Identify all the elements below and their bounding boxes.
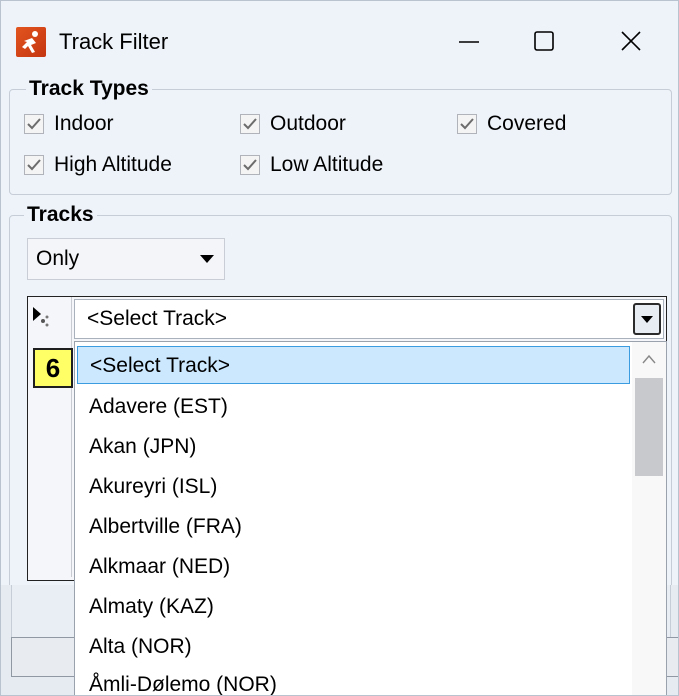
dropdown-option[interactable]: Akan (JPN) (77, 428, 630, 466)
checkbox-high-altitude[interactable]: High Altitude (24, 153, 172, 177)
tracks-mode-select[interactable]: Only (27, 238, 225, 280)
minimize-button[interactable] (439, 21, 499, 61)
checkmark-icon (243, 159, 257, 171)
tracks-mode-value: Only (36, 247, 80, 270)
window-title: Track Filter (59, 29, 169, 54)
checkbox-outdoor[interactable]: Outdoor (240, 112, 346, 136)
checkbox-box[interactable] (24, 155, 44, 175)
dropdown-option[interactable]: Alta (NOR) (77, 628, 630, 666)
track-select-combo[interactable]: <Select Track> (74, 299, 664, 339)
dropdown-scrollbar[interactable] (632, 342, 666, 695)
dropdown-option[interactable]: Albertville (FRA) (77, 508, 630, 546)
checkbox-indoor[interactable]: Indoor (24, 112, 114, 136)
checkbox-box[interactable] (240, 114, 260, 134)
scrollbar-thumb[interactable] (635, 378, 663, 476)
dropdown-option[interactable]: Adavere (EST) (77, 388, 630, 426)
checkbox-covered[interactable]: Covered (457, 112, 566, 136)
checkbox-low-altitude[interactable]: Low Altitude (240, 153, 383, 177)
chevron-down-icon (641, 316, 653, 323)
maximize-button[interactable] (514, 21, 574, 61)
tracks-legend: Tracks (24, 203, 97, 227)
checkbox-label: Low Altitude (270, 153, 384, 176)
track-select-dropdown-button[interactable] (633, 303, 661, 335)
checkmark-icon (27, 159, 41, 171)
dropdown-option[interactable]: Akureyri (ISL) (77, 468, 630, 506)
dropdown-option[interactable]: Åmli-Dølemo (NOR) (77, 666, 630, 695)
dropdown-option[interactable]: Almaty (KAZ) (77, 588, 630, 626)
step-number-badge: 6 (33, 348, 73, 388)
row-header-column (28, 297, 72, 577)
chevron-down-icon (200, 255, 214, 263)
dropdown-option[interactable]: <Select Track> (77, 346, 630, 384)
checkmark-icon (27, 118, 41, 130)
checkbox-label: Indoor (54, 112, 114, 135)
minimize-icon (459, 41, 479, 43)
title-bar[interactable]: Track Filter (1, 1, 678, 69)
skater-icon (16, 27, 46, 57)
footer-button-right[interactable] (665, 637, 678, 677)
close-button[interactable] (601, 21, 661, 61)
close-icon (621, 31, 641, 51)
checkbox-box[interactable] (240, 155, 260, 175)
track-filter-window: Track Filter Track Types Indoor Outdoor … (0, 0, 679, 696)
checkbox-label: Covered (487, 112, 567, 135)
checkbox-label: Outdoor (270, 112, 346, 135)
row-indicator-icon (33, 307, 49, 327)
track-select-value: <Select Track> (87, 307, 228, 330)
checkmark-icon (243, 118, 257, 130)
track-types-legend: Track Types (26, 77, 152, 101)
checkmark-icon (460, 118, 474, 130)
track-types-group: Track Types Indoor Outdoor Covered High … (9, 77, 672, 195)
chevron-up-icon[interactable] (642, 354, 656, 364)
checkbox-box[interactable] (24, 114, 44, 134)
maximize-icon (534, 31, 554, 51)
checkbox-label: High Altitude (54, 153, 172, 176)
dropdown-option[interactable]: Alkmaar (NED) (77, 548, 630, 586)
track-dropdown-list[interactable]: <Select Track> Adavere (EST) Akan (JPN) … (74, 341, 667, 695)
checkbox-box[interactable] (457, 114, 477, 134)
